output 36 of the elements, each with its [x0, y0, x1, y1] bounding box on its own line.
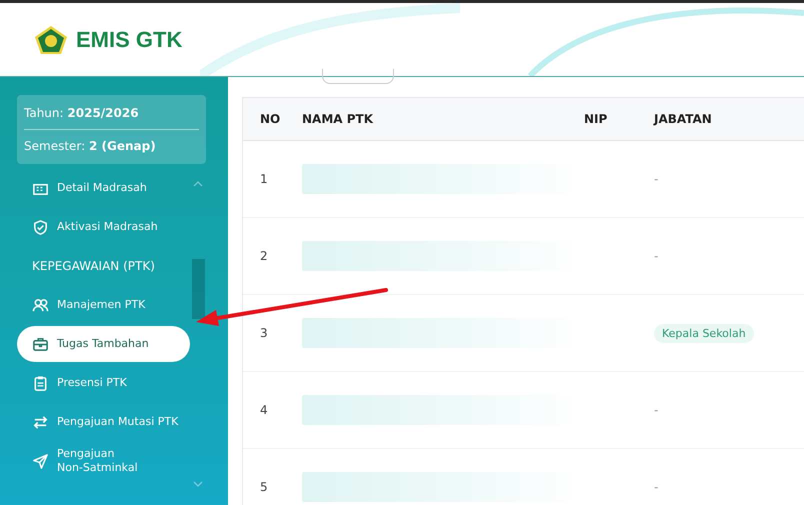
semester-text: Semester: 2 (Genap) [24, 138, 157, 155]
column-header: NAMA PTK [302, 112, 374, 126]
sidebar-item[interactable]: Presensi PTK [17, 365, 190, 401]
position-text: - [654, 480, 658, 494]
position-text: - [654, 403, 658, 417]
clipboard-icon [32, 374, 49, 392]
chevron-down-icon[interactable] [193, 481, 203, 487]
column-header: NIP [584, 112, 608, 126]
position-badge: Kepala Sekolah [654, 324, 754, 343]
year-text: Tahun: 2025/2026 [24, 105, 140, 122]
sidebar-item[interactable]: Tugas Tambahan [17, 326, 190, 362]
row-number: 3 [260, 326, 268, 340]
sidebar-item[interactable]: Aktivasi Madrasah [17, 209, 190, 245]
row-number: 5 [260, 480, 268, 494]
column-header: JABATAN [654, 112, 712, 126]
shield-check-icon [32, 218, 49, 236]
section-heading: KEPEGAWAIAN (PTK) [31, 258, 156, 275]
row-number: 1 [260, 172, 268, 186]
dropdown-field[interactable] [322, 69, 394, 84]
position-text: - [654, 249, 658, 263]
sidebar-item[interactable]: Detail Madrasah [17, 170, 190, 206]
app-logo-text: EMIS GTK [76, 26, 182, 52]
position-text: - [654, 172, 658, 186]
row-number: 4 [260, 403, 268, 417]
send-icon [32, 452, 49, 470]
row-number: 2 [260, 249, 268, 263]
logo-icon [34, 24, 68, 54]
column-header: NO [260, 112, 280, 126]
sidebar-item[interactable]: Pengajuan Mutasi PTK [17, 404, 190, 440]
chevron-up-icon[interactable] [193, 181, 203, 187]
users-icon [32, 296, 49, 314]
swap-arrows-icon [32, 414, 49, 430]
briefcase-icon [32, 336, 49, 352]
sidebar-item[interactable]: Manajemen PTK [17, 287, 190, 323]
scrollbar-thumb[interactable] [192, 259, 205, 319]
sidebar-item[interactable]: Pengajuan Non-Satminkal [17, 443, 190, 479]
